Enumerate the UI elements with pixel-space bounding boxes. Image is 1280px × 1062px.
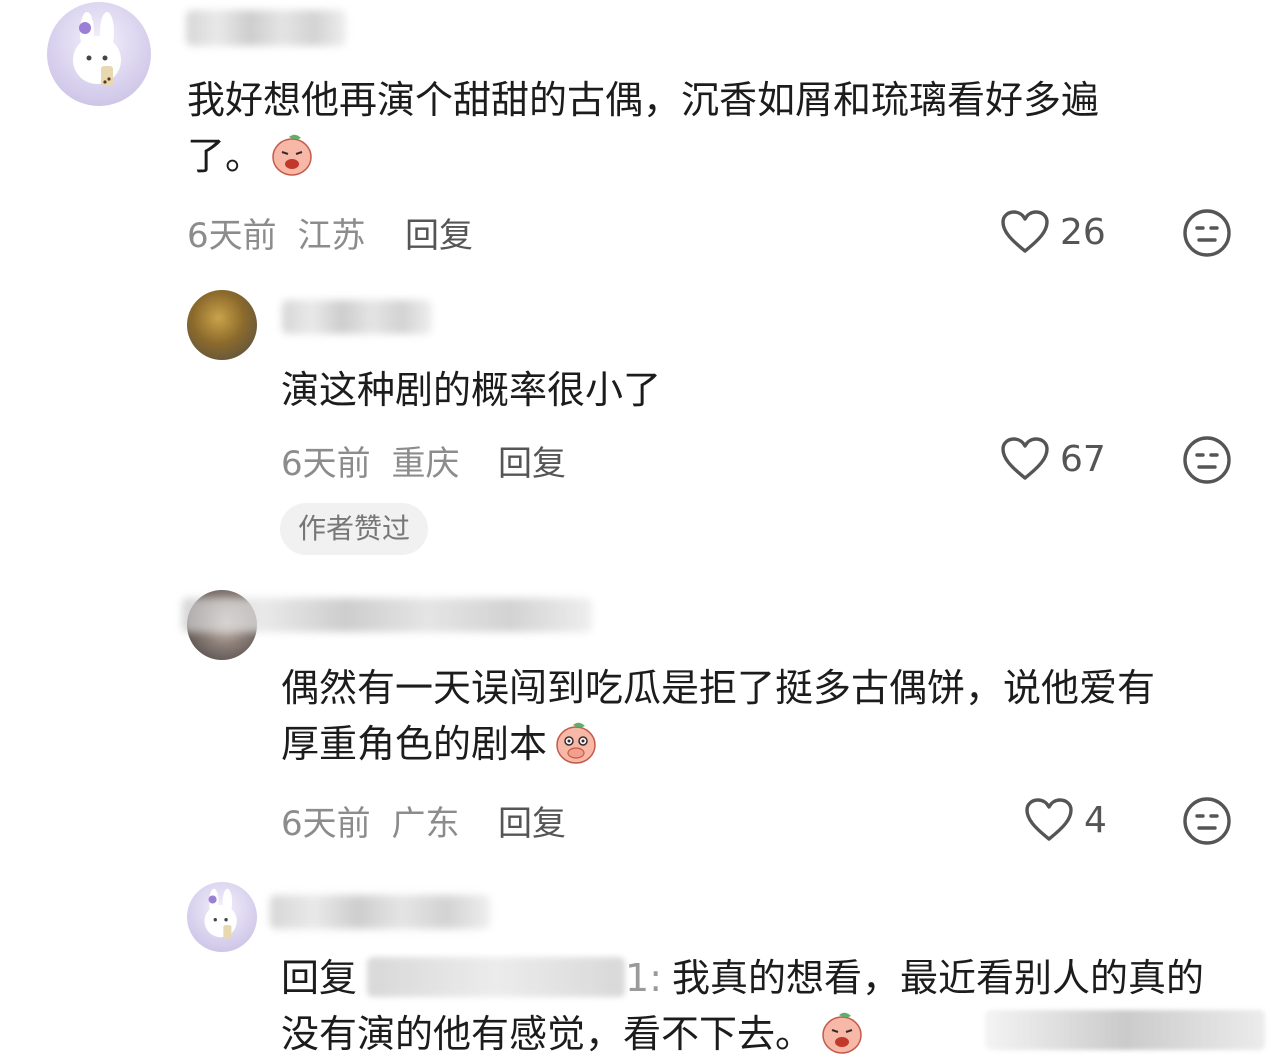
like-count: 26: [1060, 211, 1106, 253]
comment-text: 演这种剧的概率很小了: [281, 368, 662, 412]
avatar[interactable]: [47, 2, 151, 106]
reply-prefix: 回复: [281, 956, 358, 1000]
peach-crying-emoji-icon: [272, 134, 312, 176]
bunny-avatar-art: [204, 888, 237, 939]
like-button[interactable]: 67: [1000, 433, 1106, 485]
username-redacted[interactable]: [282, 300, 432, 334]
author-liked-badge: 作者赞过: [280, 503, 429, 555]
neutral-face-icon[interactable]: [1182, 435, 1232, 485]
comment-location: 重庆: [391, 444, 460, 484]
comment-time: 6天前: [187, 216, 277, 256]
like-count: 67: [1060, 438, 1106, 480]
avatar[interactable]: [187, 882, 257, 952]
heart-outline-icon: [1001, 210, 1049, 253]
comment-location: 广东: [391, 804, 460, 844]
neutral-face-icon[interactable]: [1182, 208, 1232, 258]
reply-button[interactable]: 回复: [498, 796, 566, 845]
comment-meta: 6天前 重庆: [281, 436, 459, 485]
comment-text: 我好想他再演个甜甜的古偶，沉香如屑和琉璃看好多遍 了。: [187, 78, 1100, 178]
neutral-face-icon[interactable]: [1182, 796, 1232, 846]
peach-covering-mouth-emoji-icon: [556, 722, 596, 764]
bunny-avatar-art: [73, 12, 121, 86]
avatar[interactable]: [187, 290, 257, 360]
like-count: 4: [1084, 799, 1107, 841]
username-redacted[interactable]: [182, 598, 592, 632]
heart-outline-icon: [1025, 798, 1073, 841]
heart-outline-icon: [1001, 437, 1049, 480]
reply-button[interactable]: 回复: [498, 436, 566, 485]
comment-meta: 6天前 广东: [281, 796, 459, 845]
peach-crying-emoji-icon: [822, 1012, 862, 1054]
username-redacted[interactable]: [270, 895, 490, 929]
comment-text: 偶然有一天误闯到吃瓜是拒了挺多古偶饼，说他爱有 厚重角色的剧本: [281, 666, 1156, 766]
comment-time: 6天前: [281, 804, 371, 844]
reply-button[interactable]: 回复: [405, 208, 473, 257]
comment-location: 江苏: [297, 216, 366, 256]
like-button[interactable]: 4: [1024, 794, 1107, 846]
username-redacted[interactable]: [186, 10, 346, 46]
like-button[interactable]: 26: [1000, 206, 1106, 258]
comment-time: 6天前: [281, 444, 371, 484]
mention-redacted[interactable]: [367, 957, 626, 997]
comment-meta: 6天前 江苏: [187, 208, 365, 257]
watermark: [985, 1010, 1265, 1050]
mention-suffix: 1:: [625, 956, 662, 1000]
